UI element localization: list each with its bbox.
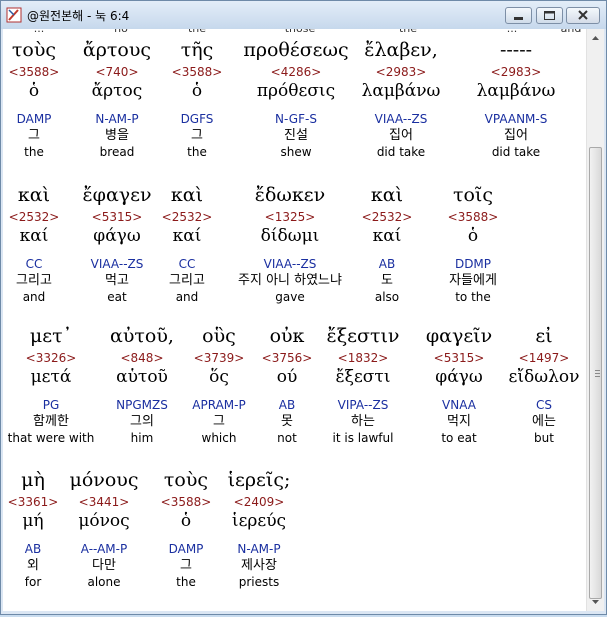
korean-gloss: 하는 [351,414,375,429]
korean-gloss: 주지 아니 하였느냐 [238,273,342,288]
greek-word: προθέσεως [243,39,349,61]
strong-number[interactable]: <2409> [204,495,314,509]
strong-number[interactable]: <1325> [235,210,345,224]
korean-gloss: 진설 [284,128,308,143]
scroll-down-icon [592,600,599,604]
morphology-code: N-AM-P [237,542,281,556]
word-block[interactable]: καὶ <2532> καί CC 그리고 and [132,184,242,305]
korean-gloss: 그 [191,128,203,143]
morphology-code: CC [178,257,196,271]
english-gloss: the [187,145,207,159]
lemma-word: λαμβάνω [476,81,556,101]
clipped-line-text: ... [507,29,518,35]
morphology-code: CS [536,398,552,412]
maximize-button[interactable] [536,7,563,24]
scroll-up-button[interactable] [587,29,604,46]
english-gloss: did take [376,145,426,159]
lemma-word: καί [172,226,202,246]
clipped-line-text: and [561,29,582,35]
strong-number[interactable]: <2983> [346,65,456,79]
clipped-line-text: ... [34,29,45,35]
morphology-code: VIAA--ZS [263,257,317,271]
greek-word: ----- [499,39,533,61]
greek-word: εἰ [535,325,553,347]
english-gloss: but [534,431,554,445]
lemma-word: εἴδωλον [508,367,580,387]
scroll-down-button[interactable] [587,594,604,611]
greek-word: τῆς [180,39,214,61]
word-block[interactable]: ἱερεῖς; <2409> ἱερεύς N-AM-P 제사장 priests [204,469,314,590]
lemma-word: δίδωμι [260,226,320,246]
strong-number[interactable]: <2983> [461,65,571,79]
lemma-word: ἱερεύς [231,511,287,531]
morphology-code: VPAANM-S [484,112,548,126]
lemma-word: ἔξεστι [335,367,391,387]
scroll-up-icon [592,36,599,40]
close-button[interactable] [566,7,600,24]
strong-number[interactable]: <3588> [418,210,528,224]
strong-number[interactable]: <4286> [241,65,351,79]
korean-gloss: 집어 [504,128,528,143]
korean-gloss: 그리고 [169,273,205,288]
word-block[interactable]: ἔδωκεν <1325> δίδωμι VIAA--ZS 주지 아니 하였느냐 gave [235,184,345,305]
greek-word: καὶ [170,184,204,206]
title-bar[interactable]: @원전본해 - 눅 6:4 [1,1,606,29]
word-block[interactable]: προθέσεως <4286> πρόθεσις N-GF-S 진설 shew [241,39,351,160]
strong-number[interactable]: <1832> [308,351,418,365]
strong-number[interactable]: <3588> [142,65,252,79]
morphology-code: VIAA--ZS [374,112,428,126]
korean-gloss: 에는 [532,414,556,429]
word-block[interactable]: τοῖς <3588> ὁ DDMP 자들에게 to the [418,184,528,305]
morphology-code: VIPA--ZS [337,398,389,412]
grip-line [595,376,600,377]
english-gloss: gave [275,290,305,304]
english-gloss: priests [238,575,280,589]
clipped-line-text: those [285,29,316,35]
word-block[interactable]: ἔλαβεν, <2983> λαμβάνω VIAA--ZS 집어 did take [346,39,456,160]
minimize-button[interactable] [505,7,532,24]
strong-number[interactable]: <1497> [489,351,586,365]
lemma-word: πρόθεσις [256,81,336,101]
grip-line [595,373,600,374]
english-gloss: shew [280,145,312,159]
grip-line [595,370,600,371]
korean-gloss: 집어 [389,128,413,143]
greek-word: ἔλαβεν, [364,39,438,61]
korean-gloss: 제사장 [241,558,277,573]
clipped-line-text: the [399,29,417,35]
maximize-icon [544,11,555,20]
greek-word: ἔξεστιν [326,325,400,347]
lemma-word: ὁ [191,81,203,101]
window-bottom-border [3,611,603,614]
app-icon [6,7,22,23]
english-gloss: did take [491,145,541,159]
word-block[interactable]: ----- <2983> λαμβάνω VPAANM-S 집어 did take [461,39,571,160]
morphology-code: DGFS [180,112,214,126]
interlinear-content[interactable]: ...hothethosethe...andτοὺς<3588>ὁDAMP그th… [3,29,586,611]
clipped-line-text: ho [114,29,128,35]
app-window: @원전본해 - 눅 6:4 ...hothethosethe...andτοὺς… [0,0,607,615]
strong-number[interactable]: <2532> [132,210,242,224]
greek-word: ἔδωκεν [254,184,326,206]
morphology-code: DDMP [454,257,492,271]
window-title: @원전본해 - 눅 6:4 [27,9,130,23]
word-block[interactable]: ἔξεστιν <1832> ἔξεστι VIPA--ZS 하는 it is lawfu… [308,325,418,446]
minimize-icon [514,17,523,20]
morphology-code: N-GF-S [275,112,317,126]
english-gloss: to the [455,290,491,304]
lemma-word: ὁ [467,226,479,246]
greek-word: τοῖς [452,184,494,206]
lemma-word: λαμβάνω [361,81,441,101]
vertical-scrollbar[interactable] [586,29,604,611]
word-block[interactable]: εἰ <1497> εἴδωλον CS 에는 but [489,325,586,446]
clipped-line-text: the [188,29,206,35]
english-gloss: and [175,290,199,304]
greek-word: ἱερεῖς; [227,469,291,491]
english-gloss: it is lawful [332,431,394,445]
korean-gloss: 자들에게 [449,273,497,288]
scroll-thumb[interactable] [589,147,602,599]
close-icon [578,10,588,20]
word-block[interactable]: τῆς <3588> ὁ DGFS 그 the [142,39,252,160]
